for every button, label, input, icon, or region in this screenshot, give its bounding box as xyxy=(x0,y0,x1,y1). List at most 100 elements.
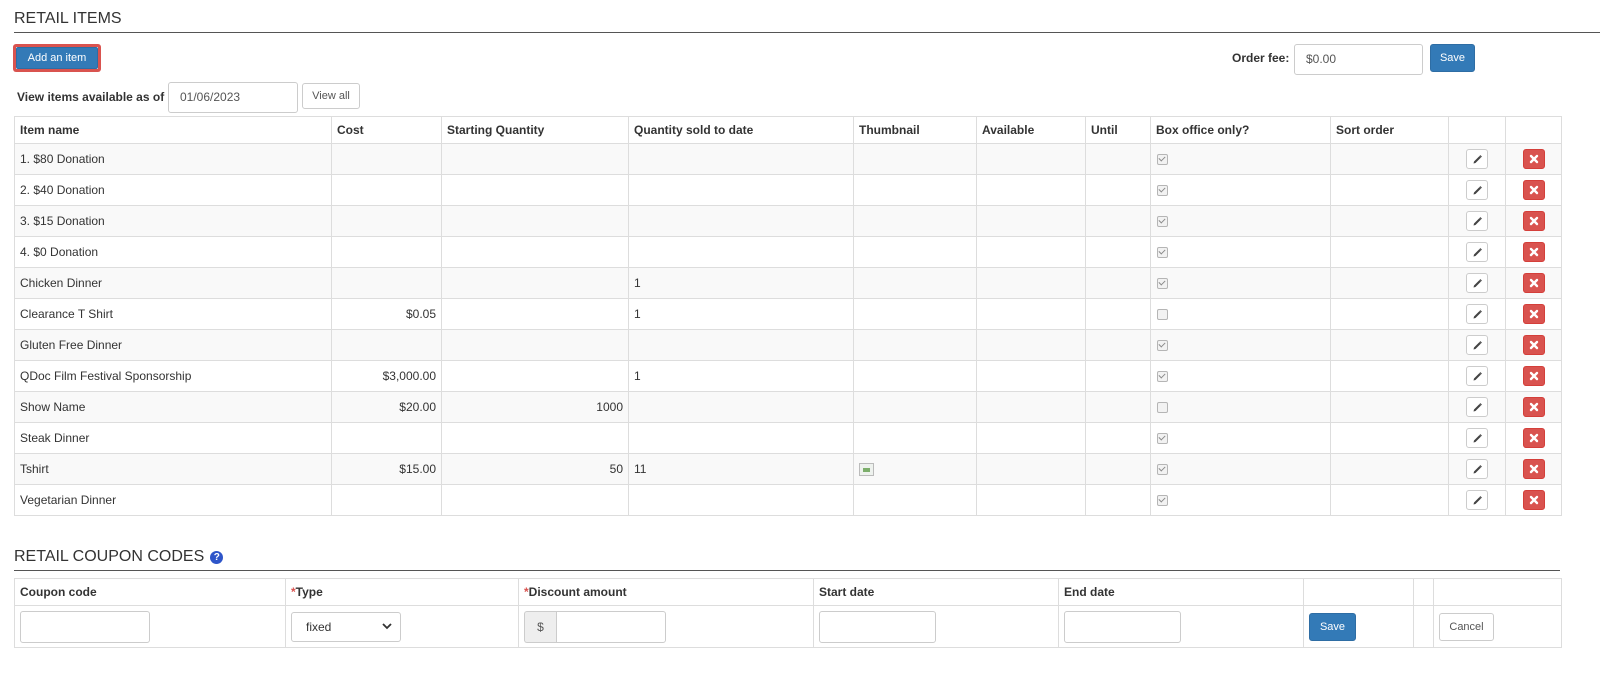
table-row: 4. $0 Donation xyxy=(14,236,1562,268)
edit-cell xyxy=(1448,453,1506,485)
order-fee-input[interactable]: $0.00 xyxy=(1294,44,1423,75)
type-select[interactable]: fixed xyxy=(291,611,401,642)
edit-button[interactable] xyxy=(1466,459,1488,479)
edit-button[interactable] xyxy=(1466,304,1488,324)
save-cell: Save xyxy=(1303,605,1414,648)
start-date-input[interactable] xyxy=(819,610,936,643)
coupon-code-input[interactable] xyxy=(20,610,150,643)
edit-button[interactable] xyxy=(1466,273,1488,293)
thumbnail-cell xyxy=(853,422,977,454)
box-office-only-cell xyxy=(1150,298,1331,330)
delete-button[interactable] xyxy=(1522,335,1545,355)
view-all-button[interactable]: View all xyxy=(302,83,360,109)
edit-cell xyxy=(1448,174,1506,206)
delete-button[interactable] xyxy=(1522,366,1545,386)
edit-button[interactable] xyxy=(1466,397,1488,417)
discount-amount-input[interactable] xyxy=(556,610,666,643)
edit-button[interactable] xyxy=(1466,149,1488,169)
box-office-only-cell xyxy=(1150,205,1331,237)
box-office-only-checkbox[interactable] xyxy=(1157,371,1168,383)
col-type-label: Type xyxy=(295,585,323,599)
order-fee-save-button[interactable]: Save xyxy=(1430,44,1475,72)
delete-cell xyxy=(1505,422,1562,454)
retail-items-body: 1. $80 Donation 2. $40 Donation 3. $15 Don… xyxy=(14,143,1562,516)
thumbnail-cell xyxy=(853,360,977,392)
cost-cell: $0.05 xyxy=(331,298,442,330)
end-date-input[interactable] xyxy=(1064,610,1181,643)
sort-order-cell xyxy=(1330,453,1449,485)
available-cell xyxy=(976,174,1086,206)
delete-button[interactable] xyxy=(1522,304,1545,324)
box-office-only-checkbox[interactable] xyxy=(1157,247,1168,259)
box-office-only-checkbox[interactable] xyxy=(1157,154,1168,166)
item-name-cell: Clearance T Shirt xyxy=(14,298,332,330)
delete-button[interactable] xyxy=(1522,180,1545,200)
order-fee-label: Order fee: xyxy=(1232,51,1290,65)
box-office-only-checkbox[interactable] xyxy=(1157,340,1168,352)
edit-cell xyxy=(1448,360,1506,392)
delete-button[interactable] xyxy=(1522,397,1545,417)
thumbnail-cell xyxy=(853,391,977,423)
pencil-icon xyxy=(1473,310,1482,319)
starting-quantity-cell xyxy=(441,236,629,268)
delete-button[interactable] xyxy=(1522,459,1545,479)
currency-addon: $ xyxy=(524,610,556,643)
edit-button[interactable] xyxy=(1466,211,1488,231)
x-icon xyxy=(1529,433,1538,443)
col-until: Until xyxy=(1085,116,1151,144)
col-spacer xyxy=(1413,578,1434,606)
edit-button[interactable] xyxy=(1466,335,1488,355)
coupon-cancel-button[interactable]: Cancel xyxy=(1439,612,1494,641)
view-date-input[interactable]: 01/06/2023 xyxy=(168,82,298,113)
table-row: QDoc Film Festival Sponsorship $3,000.00 1 xyxy=(14,360,1562,392)
type-cell: fixed xyxy=(285,605,519,648)
edit-button[interactable] xyxy=(1466,428,1488,448)
delete-button[interactable] xyxy=(1522,149,1545,169)
box-office-only-cell xyxy=(1150,143,1331,175)
until-cell xyxy=(1085,267,1151,299)
until-cell xyxy=(1085,391,1151,423)
box-office-only-checkbox[interactable] xyxy=(1157,464,1168,476)
retail-items-title-text: RETAIL ITEMS xyxy=(14,10,122,27)
quantity-sold-cell: 11 xyxy=(628,453,854,485)
box-office-only-checkbox[interactable] xyxy=(1157,309,1168,321)
edit-button[interactable] xyxy=(1466,366,1488,386)
cost-cell xyxy=(331,174,442,206)
delete-cell xyxy=(1505,205,1562,237)
table-row: 3. $15 Donation xyxy=(14,205,1562,237)
until-cell xyxy=(1085,205,1151,237)
col-delete xyxy=(1505,116,1562,144)
pencil-icon xyxy=(1473,341,1482,350)
box-office-only-cell xyxy=(1150,329,1331,361)
delete-button[interactable] xyxy=(1522,242,1545,262)
until-cell xyxy=(1085,143,1151,175)
cost-cell xyxy=(331,205,442,237)
box-office-only-checkbox[interactable] xyxy=(1157,278,1168,290)
delete-button[interactable] xyxy=(1522,490,1545,510)
available-cell xyxy=(976,205,1086,237)
delete-button[interactable] xyxy=(1522,428,1545,448)
help-icon[interactable]: ? xyxy=(210,551,224,564)
box-office-only-checkbox[interactable] xyxy=(1157,495,1168,507)
delete-button[interactable] xyxy=(1522,211,1545,231)
delete-button[interactable] xyxy=(1522,273,1545,293)
edit-button[interactable] xyxy=(1466,242,1488,262)
starting-quantity-cell xyxy=(441,360,629,392)
edit-button[interactable] xyxy=(1466,180,1488,200)
until-cell xyxy=(1085,453,1151,485)
quantity-sold-cell: 1 xyxy=(628,267,854,299)
cost-cell xyxy=(331,143,442,175)
col-end-date: End date xyxy=(1058,578,1304,606)
box-office-only-checkbox[interactable] xyxy=(1157,216,1168,228)
starting-quantity-cell xyxy=(441,267,629,299)
edit-button[interactable] xyxy=(1466,490,1488,510)
coupon-save-button[interactable]: Save xyxy=(1309,612,1356,641)
add-item-button[interactable]: Add an item xyxy=(13,44,101,72)
box-office-only-checkbox[interactable] xyxy=(1157,433,1168,445)
box-office-only-checkbox[interactable] xyxy=(1157,402,1168,414)
thumbnail-cell xyxy=(853,453,977,485)
table-row: Chicken Dinner 1 xyxy=(14,267,1562,299)
cost-cell xyxy=(331,422,442,454)
box-office-only-checkbox[interactable] xyxy=(1157,185,1168,197)
starting-quantity-cell xyxy=(441,484,629,516)
